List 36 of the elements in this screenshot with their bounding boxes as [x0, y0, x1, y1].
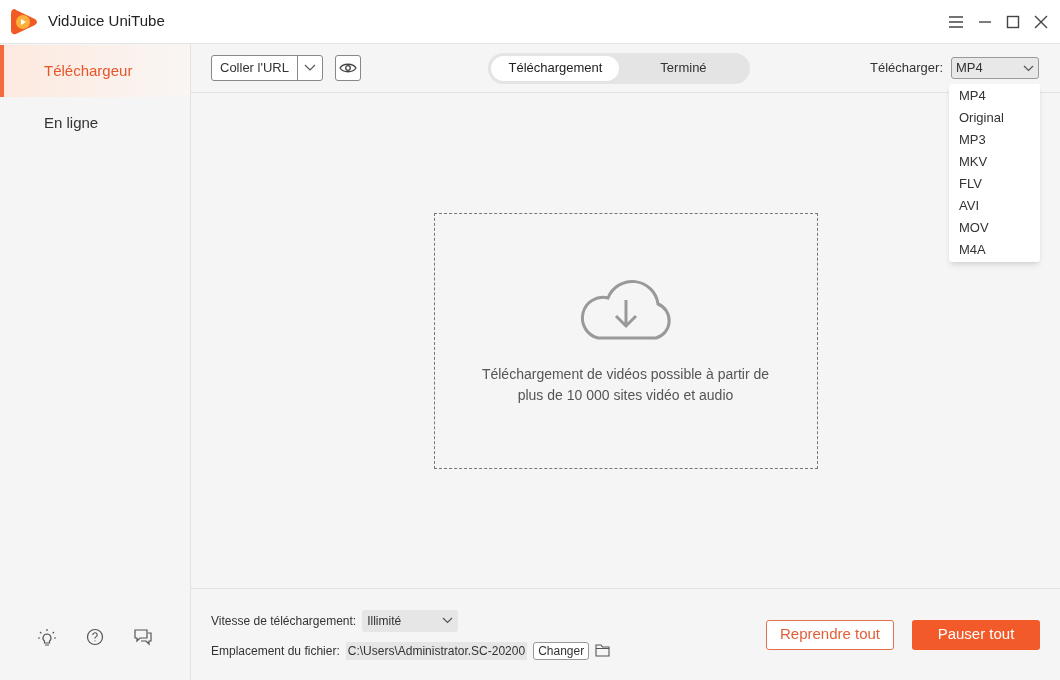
caret-icon[interactable]: [303, 64, 316, 72]
location-label: Emplacement du fichier:: [211, 642, 340, 660]
help-icon[interactable]: [86, 628, 104, 646]
format-label: Télécharger:: [870, 59, 943, 78]
paste-url-button[interactable]: Coller l'URL: [211, 55, 323, 81]
folder-icon[interactable]: [595, 644, 611, 657]
format-dropdown[interactable]: MP4: [951, 57, 1039, 79]
change-button[interactable]: Changer: [533, 641, 590, 660]
chat-icon[interactable]: [133, 628, 154, 646]
sidebar-item[interactable]: En ligne: [0, 97, 190, 149]
location-field[interactable]: C:\Users\Administrator.SC-20200: [345, 641, 528, 660]
lightbulb-icon[interactable]: [36, 628, 57, 648]
format-option[interactable]: MP3: [949, 129, 1040, 151]
format-option[interactable]: MKV: [949, 151, 1040, 173]
caret-icon: [1023, 64, 1034, 72]
drop-zone-text: Téléchargement de vidéos possible à partir de plus de 10 000 sites vidéo et audio: [480, 364, 771, 405]
tab[interactable]: Terminé: [619, 55, 748, 81]
format-option[interactable]: AVI: [949, 195, 1040, 217]
eye-icon: [338, 62, 357, 74]
maximize-icon[interactable]: [1006, 14, 1020, 29]
format-option[interactable]: MP4: [949, 85, 1040, 107]
drop-zone[interactable]: Téléchargement de vidéos possible à partir de plus de 10 000 sites vidéo et audio: [433, 212, 818, 469]
format-option[interactable]: M4A: [949, 239, 1040, 261]
format-option[interactable]: MOV: [949, 217, 1040, 239]
format-option[interactable]: FLV: [949, 173, 1040, 195]
app-logo-icon: [9, 6, 39, 37]
resume-all-button[interactable]: Reprendre tout: [766, 619, 894, 650]
speed-dropdown[interactable]: Illimité: [362, 609, 459, 632]
preview-button[interactable]: [334, 55, 361, 81]
menu-icon[interactable]: [948, 14, 964, 29]
tab[interactable]: Téléchargement: [491, 55, 620, 81]
window-title: VidJuice UniTube: [48, 11, 165, 32]
close-icon[interactable]: [1034, 14, 1048, 29]
caret-icon: [442, 617, 454, 624]
format-option[interactable]: Original: [949, 107, 1040, 129]
speed-label: Vitesse de téléchargement:: [211, 612, 357, 630]
